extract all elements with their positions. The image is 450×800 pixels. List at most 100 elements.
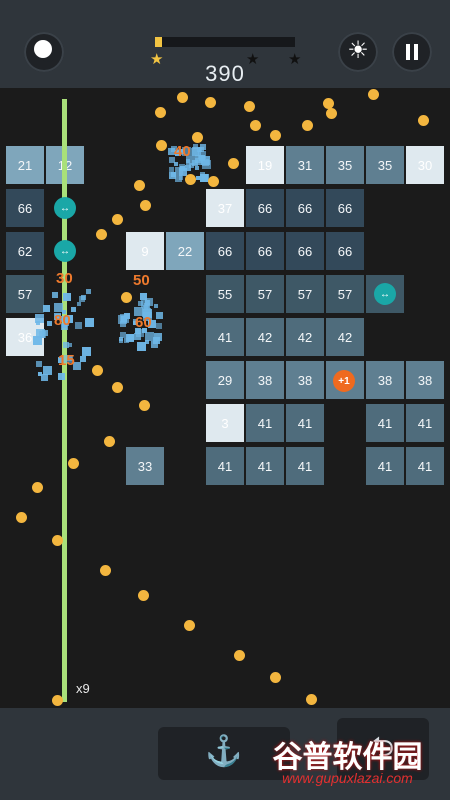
plus-ball-powerup: +1 — [333, 370, 355, 392]
ball — [96, 229, 107, 240]
watermark-url: www.gupuxlazai.com — [282, 770, 413, 786]
ball — [184, 620, 195, 631]
particle — [118, 338, 123, 343]
particle — [79, 296, 86, 303]
score-popup: 30 — [56, 270, 73, 287]
ball — [112, 214, 123, 225]
brick: 38 — [406, 361, 444, 399]
ball — [326, 108, 337, 119]
particle — [38, 371, 43, 376]
particle — [154, 332, 163, 341]
particle — [179, 175, 184, 180]
brick: 41 — [246, 447, 284, 485]
particle — [156, 323, 163, 330]
particle — [57, 372, 65, 380]
split-icon: ↔ — [60, 202, 70, 214]
brick: 31 — [286, 146, 324, 184]
particle — [62, 293, 71, 302]
particle — [74, 322, 82, 330]
split-powerup: ↔ — [374, 283, 396, 305]
score-popup: 60 — [135, 314, 152, 331]
star-3-icon: ★ — [288, 51, 302, 68]
particle — [68, 343, 73, 348]
star-1-icon: ★ — [150, 51, 164, 68]
sun-icon: ☀ — [347, 37, 369, 64]
brick: 66 — [326, 232, 364, 270]
particle — [35, 360, 42, 367]
ball — [234, 650, 245, 661]
ball — [112, 382, 123, 393]
ball — [52, 695, 63, 706]
brick: 35 — [326, 146, 364, 184]
particle — [82, 347, 92, 357]
brick: 66 — [246, 189, 284, 227]
ball — [192, 132, 203, 143]
particle — [35, 313, 45, 323]
brick: 41 — [406, 447, 444, 485]
brick: 42 — [286, 318, 324, 356]
ball — [32, 482, 43, 493]
brick: 19 — [246, 146, 284, 184]
ball — [140, 200, 151, 211]
particle — [138, 301, 144, 307]
particle — [85, 317, 95, 327]
brick: 37 — [206, 189, 244, 227]
brick: 21 — [6, 146, 44, 184]
brick: 3 — [206, 404, 244, 442]
ball — [270, 672, 281, 683]
particle — [47, 321, 53, 327]
ball — [205, 97, 216, 108]
ball — [100, 565, 111, 576]
brick: 38 — [246, 361, 284, 399]
level-progress-bar — [155, 37, 295, 47]
brick: 66 — [6, 189, 44, 227]
brick: 41 — [366, 447, 404, 485]
plus-ball-icon: +1 — [338, 375, 350, 387]
ball-icon — [34, 40, 52, 58]
ball — [138, 590, 149, 601]
particle — [137, 342, 147, 352]
site-watermark: 谷普软件园 www.gupuxlazai.com — [250, 732, 445, 797]
brick: 57 — [6, 275, 44, 313]
ball — [92, 365, 103, 376]
particle — [194, 166, 199, 171]
ball — [156, 140, 167, 151]
particle — [43, 305, 51, 313]
brick: 41 — [286, 404, 324, 442]
brick: 66 — [286, 232, 324, 270]
ball — [155, 107, 166, 118]
ball — [244, 101, 255, 112]
particle — [156, 312, 164, 320]
brick: 57 — [246, 275, 284, 313]
particle — [43, 365, 53, 375]
brightness-button[interactable]: ☀ — [338, 32, 378, 72]
pause-icon — [406, 44, 418, 60]
brick: 35 — [366, 146, 404, 184]
particle — [199, 147, 205, 153]
ball — [68, 458, 79, 469]
brick: 57 — [326, 275, 364, 313]
brick: 42 — [326, 318, 364, 356]
particle — [168, 166, 174, 172]
split-icon: ↔ — [380, 288, 390, 300]
brick: 38 — [286, 361, 324, 399]
ball — [104, 436, 115, 447]
brick: 55 — [206, 275, 244, 313]
laser-beam — [62, 99, 67, 702]
score-popup: 40 — [174, 143, 191, 160]
particle — [76, 301, 81, 306]
ball-skin-button[interactable] — [24, 32, 64, 72]
split-icon: ↔ — [60, 245, 70, 257]
score-popup: 50 — [133, 272, 150, 289]
ball-count-label: x9 — [76, 681, 90, 696]
progress-fill — [155, 37, 162, 47]
brick: 33 — [126, 447, 164, 485]
particle — [175, 167, 184, 176]
particle — [126, 334, 135, 343]
brick: 41 — [246, 404, 284, 442]
pause-button[interactable] — [392, 32, 432, 72]
particle — [120, 321, 127, 328]
particle — [85, 289, 91, 295]
ball — [368, 89, 379, 100]
brick: 42 — [246, 318, 284, 356]
